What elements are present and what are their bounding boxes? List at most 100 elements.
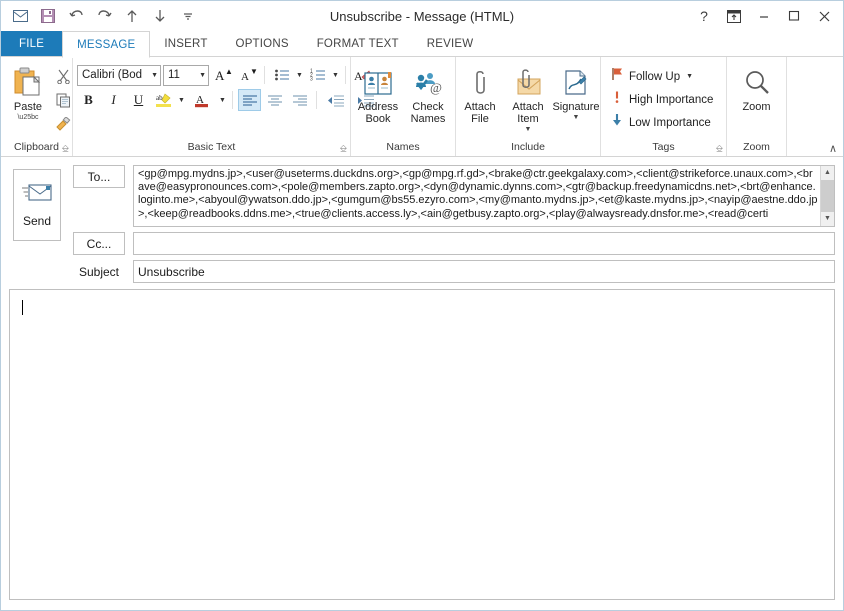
shrink-font-button[interactable]: A ▼ [236, 64, 259, 86]
minimize-button[interactable] [749, 3, 779, 29]
low-importance-label: Low Importance [629, 116, 711, 129]
collapse-ribbon-icon[interactable]: ∧ [829, 142, 837, 155]
check-names-button[interactable]: @ Check Names [405, 61, 451, 125]
font-name-combo[interactable]: Calibri (Bod ▼ [77, 64, 161, 86]
message-body-wrapper [1, 289, 843, 610]
attach-file-button[interactable]: Attach File [457, 61, 503, 125]
paste-button[interactable]: Paste \u25bc [5, 61, 51, 121]
address-book-button[interactable]: Address Book [355, 61, 401, 125]
low-importance-button[interactable]: Low Importance [607, 112, 717, 133]
bold-button[interactable]: B [77, 89, 100, 111]
font-color-button[interactable]: A [188, 89, 216, 111]
send-label: Send [22, 213, 52, 228]
tags-dialog-launcher-icon[interactable]: ⎒ [716, 143, 723, 154]
close-button[interactable] [809, 3, 839, 29]
clipboard-dialog-launcher-icon[interactable]: ⎒ [62, 143, 69, 154]
signature-icon [562, 64, 590, 98]
customize-qat-icon[interactable] [175, 4, 201, 28]
basic-text-row-2: B I U ab ▼ A ▼ [77, 89, 380, 111]
magnifier-icon [742, 64, 772, 98]
ribbon-group-tags: Follow Up ▼ High Importance Low Importan… [601, 57, 727, 156]
tab-message[interactable]: MESSAGE [62, 31, 151, 58]
tab-options[interactable]: OPTIONS [221, 31, 303, 57]
cc-button[interactable]: Cc... [73, 232, 125, 255]
ribbon-group-zoom: Zoom Zoom [727, 57, 787, 156]
svg-text:A: A [241, 71, 249, 83]
compose-headers: Send To... <gp@mpg.mydns.jp>,<user@usete… [1, 157, 843, 289]
font-color-caret-icon[interactable]: ▼ [218, 97, 227, 104]
basic-text-dialog-launcher-icon[interactable]: ⎒ [340, 143, 347, 154]
tab-review[interactable]: REVIEW [412, 31, 488, 57]
clipboard-small-buttons [51, 61, 75, 135]
zoom-label: Zoom [742, 101, 771, 113]
names-group-label-text: Names [386, 141, 420, 153]
highlight-caret-icon[interactable]: ▼ [177, 97, 186, 104]
grow-font-button[interactable]: A ▲ [211, 64, 234, 86]
attach-item-caret-icon[interactable]: ▼ [525, 126, 532, 133]
envelope-icon[interactable] [7, 4, 33, 28]
message-body[interactable] [9, 289, 835, 600]
scroll-thumb[interactable] [821, 180, 834, 212]
copy-button[interactable] [51, 89, 75, 111]
follow-up-caret-icon[interactable]: ▼ [686, 73, 693, 80]
paste-caret-icon[interactable]: \u25bc [17, 114, 38, 121]
chevron-down-icon[interactable]: ▼ [148, 72, 158, 79]
include-group-label: Include [456, 138, 600, 156]
save-icon[interactable] [35, 4, 61, 28]
numbering-button[interactable]: 123 [306, 64, 329, 86]
signature-button[interactable]: Signature ▼ [552, 61, 600, 121]
align-left-button[interactable] [238, 89, 261, 111]
attach-item-button[interactable]: Attach Item ▼ [505, 61, 551, 133]
tab-format-text[interactable]: FORMAT TEXT [302, 31, 413, 57]
address-book-label-line1: Address [357, 101, 399, 113]
chevron-down-icon[interactable]: ▼ [196, 72, 206, 79]
undo-icon[interactable] [63, 4, 89, 28]
send-envelope-icon [22, 183, 52, 208]
scroll-down-icon[interactable]: ▼ [821, 212, 834, 226]
align-right-button[interactable] [288, 89, 311, 111]
text-highlight-color-button[interactable]: ab [152, 89, 175, 111]
redo-icon[interactable] [91, 4, 117, 28]
numbering-caret-icon[interactable]: ▼ [331, 72, 340, 79]
align-center-button[interactable] [263, 89, 286, 111]
subject-input[interactable]: Unsubscribe [133, 260, 835, 283]
to-button[interactable]: To... [73, 165, 125, 188]
tab-file[interactable]: FILE [1, 31, 63, 57]
high-importance-label: High Importance [629, 93, 714, 106]
decrease-indent-button[interactable] [322, 89, 350, 111]
bullets-button[interactable] [270, 64, 293, 86]
ribbon-group-include: Attach File Attach Item ▼ Signature ▼ In… [456, 57, 601, 156]
divider [232, 91, 233, 109]
scroll-up-icon[interactable]: ▲ [821, 166, 834, 180]
recipient-fields: To... <gp@mpg.mydns.jp>,<user@useterms.d… [65, 165, 835, 283]
down-arrow-icon [611, 113, 623, 132]
underline-button[interactable]: U [127, 89, 150, 111]
send-button[interactable]: Send [13, 169, 61, 241]
to-value: <gp@mpg.mydns.jp>,<user@useterms.duckdns… [138, 168, 818, 220]
previous-item-icon[interactable] [119, 4, 145, 28]
tags-group-label-text: Tags [652, 141, 675, 153]
bullets-caret-icon[interactable]: ▼ [295, 72, 304, 79]
include-group-label-text: Include [511, 141, 545, 153]
check-names-label: Check Names [411, 101, 446, 125]
to-input[interactable]: <gp@mpg.mydns.jp>,<user@useterms.duckdns… [133, 165, 835, 227]
help-button[interactable]: ? [689, 3, 719, 29]
cut-button[interactable] [51, 65, 75, 87]
svg-text:▼: ▼ [250, 67, 257, 76]
to-scrollbar[interactable]: ▲ ▼ [820, 166, 834, 226]
tab-insert[interactable]: INSERT [150, 31, 222, 57]
check-names-label-line2: Names [410, 113, 446, 125]
font-size-combo[interactable]: 11 ▼ [163, 64, 209, 86]
high-importance-button[interactable]: High Importance [607, 89, 717, 110]
title-bar: Unsubscribe - Message (HTML) ? [1, 1, 843, 31]
zoom-button[interactable]: Zoom [734, 61, 780, 113]
next-item-icon[interactable] [147, 4, 173, 28]
italic-button[interactable]: I [102, 89, 125, 111]
format-painter-button[interactable] [51, 113, 75, 135]
signature-caret-icon[interactable]: ▼ [573, 114, 580, 121]
cc-input[interactable] [133, 232, 835, 255]
paperclip-icon [466, 64, 494, 98]
ribbon-display-options-icon[interactable] [719, 3, 749, 29]
follow-up-button[interactable]: Follow Up ▼ [607, 66, 717, 87]
maximize-button[interactable] [779, 3, 809, 29]
